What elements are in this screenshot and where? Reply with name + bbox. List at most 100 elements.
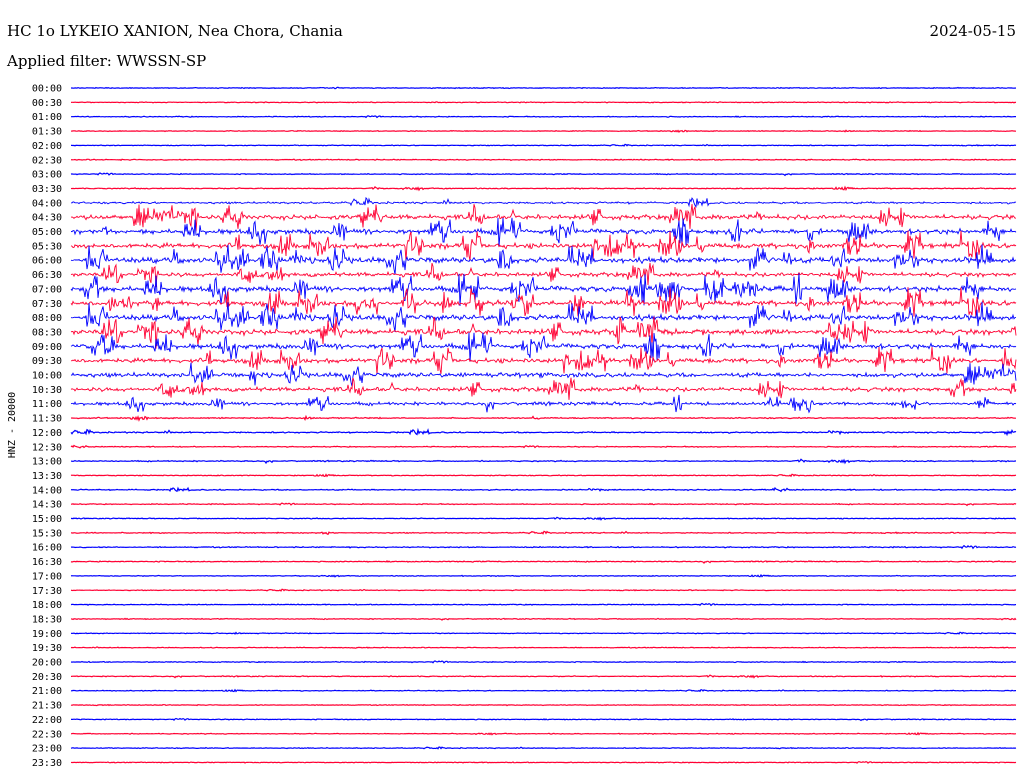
trace-row-0630 (70, 262, 1017, 288)
trace-row-0800 (70, 301, 1016, 332)
trace-row-0300 (70, 172, 1017, 177)
trace-row-2300 (70, 746, 1017, 750)
trace-row-1130 (70, 414, 1016, 422)
trace-row-2200 (71, 717, 1017, 722)
trace-row-1200 (70, 427, 1017, 437)
time-tick-label: 12:30 (32, 442, 62, 453)
time-tick-label: 16:30 (32, 557, 62, 568)
time-tick-label: 06:00 (32, 256, 62, 267)
trace-row-0600 (70, 244, 1016, 275)
trace-group (70, 86, 1017, 764)
time-tick-label: 09:00 (32, 342, 62, 353)
trace-row-2100 (70, 688, 1016, 693)
trace-row-1900 (70, 631, 1017, 635)
trace-row-2230 (70, 731, 1016, 736)
trace-row-1100 (70, 394, 1017, 414)
time-tick-label: 01:00 (32, 112, 62, 123)
trace-row-1830 (70, 617, 1017, 621)
trace-row-1030 (70, 377, 1017, 400)
time-tick-label: 08:30 (32, 327, 62, 338)
time-tick-label: 07:30 (32, 299, 62, 310)
time-tick-label: 15:30 (32, 528, 62, 539)
trace-row-2330 (70, 760, 1017, 764)
time-tick-label: 03:30 (32, 184, 62, 195)
trace-row-0830 (70, 316, 1017, 349)
time-tick-label: 04:00 (32, 198, 62, 209)
trace-row-0430 (70, 203, 1017, 232)
trace-row-0330 (70, 185, 1017, 192)
time-tick-label: 23:30 (32, 758, 62, 769)
time-tick-labels: 00:00 00:30 01:00 01:30 02:00 02:30 03:00 03:30… (32, 84, 62, 769)
time-tick-label: 20:30 (32, 672, 62, 683)
time-tick-label: 17:00 (32, 571, 62, 582)
time-tick-label: 16:00 (32, 543, 62, 554)
time-tick-label: 15:00 (32, 514, 62, 525)
trace-row-1430 (70, 502, 1017, 507)
time-tick-label: 11:00 (32, 399, 62, 410)
date-label: 2024-05-15 (930, 22, 1016, 40)
time-tick-label: 01:30 (32, 127, 62, 138)
time-tick-label: 09:30 (32, 356, 62, 367)
time-tick-label: 05:00 (32, 227, 62, 238)
time-tick-label: 12:00 (32, 428, 62, 439)
time-tick-label: 10:30 (32, 385, 62, 396)
time-tick-label: 18:00 (32, 600, 62, 611)
time-tick-label: 00:30 (32, 98, 62, 109)
time-tick-label: 06:30 (32, 270, 62, 281)
station-title: HC 1o LYKEIO XANION, Nea Chora, Chania (7, 22, 343, 40)
trace-row-0130 (70, 129, 1017, 133)
trace-row-1330 (70, 473, 1017, 478)
trace-row-1400 (70, 486, 1017, 493)
trace-row-0930 (70, 346, 1017, 375)
time-tick-label: 22:30 (32, 729, 62, 740)
trace-row-1600 (70, 544, 1017, 550)
time-tick-label: 21:30 (32, 701, 62, 712)
time-tick-label: 11:30 (32, 414, 62, 425)
trace-row-1800 (70, 602, 1016, 607)
trace-row-1730 (70, 588, 1017, 592)
trace-row-2130 (70, 703, 1017, 707)
trace-row-0400 (70, 196, 1017, 208)
time-tick-label: 07:00 (32, 284, 62, 295)
trace-row-1930 (70, 646, 1016, 649)
time-tick-label: 23:00 (32, 744, 62, 755)
time-tick-label: 04:30 (32, 213, 62, 224)
trace-row-2000 (70, 660, 1016, 664)
trace-row-1630 (70, 560, 1017, 565)
time-tick-label: 17:30 (32, 586, 62, 597)
trace-row-0530 (70, 230, 1017, 261)
trace-row-1300 (70, 458, 1016, 465)
trace-row-1530 (70, 530, 1017, 536)
time-tick-label: 20:00 (32, 658, 62, 669)
time-tick-label: 19:30 (32, 643, 62, 654)
time-tick-label: 22:00 (32, 715, 62, 726)
trace-row-1230 (70, 444, 1017, 449)
time-tick-label: 21:00 (32, 686, 62, 697)
filter-label: Applied filter: WWSSN-SP (6, 52, 206, 70)
helicorder-chart: HC 1o LYKEIO XANION, Nea Chora, Chania 2… (6, 22, 1017, 769)
trace-row-1000 (70, 362, 1017, 387)
time-tick-label: 19:00 (32, 629, 62, 640)
trace-row-0230 (70, 158, 1017, 162)
trace-row-0030 (70, 101, 1017, 104)
y-axis-label: HNZ - 20000 (7, 392, 18, 458)
time-tick-label: 14:00 (32, 485, 62, 496)
time-tick-label: 00:00 (32, 84, 62, 95)
time-tick-label: 03:00 (32, 170, 62, 181)
trace-row-0900 (70, 332, 1017, 362)
time-tick-label: 13:00 (32, 457, 62, 468)
time-tick-label: 05:30 (32, 241, 62, 252)
time-tick-label: 02:30 (32, 155, 62, 166)
time-tick-label: 18:30 (32, 614, 62, 625)
time-tick-label: 02:00 (32, 141, 62, 152)
trace-row-1700 (70, 573, 1017, 578)
trace-row-0730 (70, 287, 1017, 319)
time-tick-label: 08:00 (32, 313, 62, 324)
trace-row-0100 (71, 115, 1016, 119)
time-tick-label: 13:30 (32, 471, 62, 482)
trace-row-1500 (70, 516, 1017, 521)
time-tick-label: 14:30 (32, 500, 62, 511)
trace-row-0000 (71, 86, 1017, 90)
trace-row-0200 (71, 143, 1017, 147)
trace-row-2030 (70, 674, 1017, 679)
